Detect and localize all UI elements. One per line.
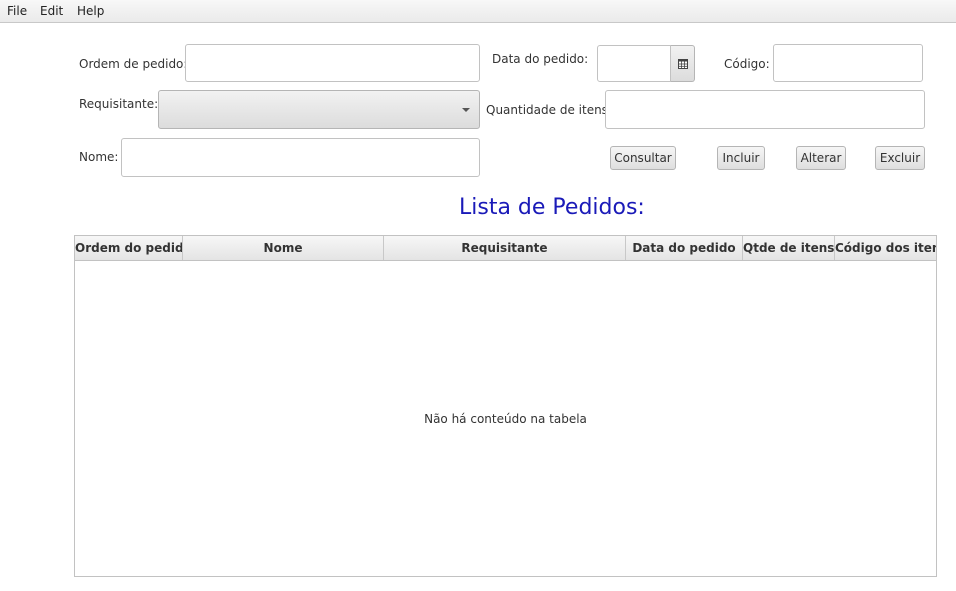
date-picker-button[interactable] [671, 45, 695, 82]
data-input[interactable] [597, 45, 671, 82]
requisitante-label: Requisitante: [79, 97, 159, 111]
codigo-label: Código: [724, 57, 770, 71]
consultar-button[interactable]: Consultar [610, 146, 676, 170]
nome-label: Nome: [79, 150, 119, 164]
nome-input[interactable] [121, 138, 480, 177]
table-empty-message: Não há conteúdo na tabela [424, 412, 587, 426]
column-header-ordem[interactable]: Ordem do pedido [75, 236, 183, 260]
menu-file[interactable]: File [7, 3, 27, 19]
menu-bar: File Edit Help [0, 0, 956, 23]
column-header-requisitante[interactable]: Requisitante [384, 236, 626, 260]
menu-edit[interactable]: Edit [40, 3, 63, 19]
quantidade-input[interactable] [605, 90, 925, 129]
table-header: Ordem do pedido Nome Requisitante Data d… [75, 236, 936, 261]
data-label: Data do pedido: [492, 52, 589, 66]
pedidos-table[interactable]: Ordem do pedido Nome Requisitante Data d… [74, 235, 937, 577]
ordem-label: Ordem de pedido: [79, 57, 188, 71]
ordem-input[interactable] [185, 44, 480, 82]
column-header-qtde[interactable]: Qtde de itens [743, 236, 835, 260]
column-header-codigo[interactable]: Código dos itens [835, 236, 936, 260]
calendar-icon [678, 59, 688, 69]
requisitante-combo[interactable] [158, 90, 480, 129]
excluir-button[interactable]: Excluir [875, 146, 925, 170]
quantidade-label: Quantidade de itens: [486, 103, 612, 117]
codigo-input[interactable] [773, 44, 923, 82]
column-header-nome[interactable]: Nome [183, 236, 384, 260]
incluir-button[interactable]: Incluir [717, 146, 765, 170]
alterar-button[interactable]: Alterar [796, 146, 846, 170]
column-header-data[interactable]: Data do pedido [626, 236, 743, 260]
list-title: Lista de Pedidos: [459, 195, 645, 220]
chevron-down-icon [462, 108, 470, 112]
menu-help[interactable]: Help [77, 3, 104, 19]
